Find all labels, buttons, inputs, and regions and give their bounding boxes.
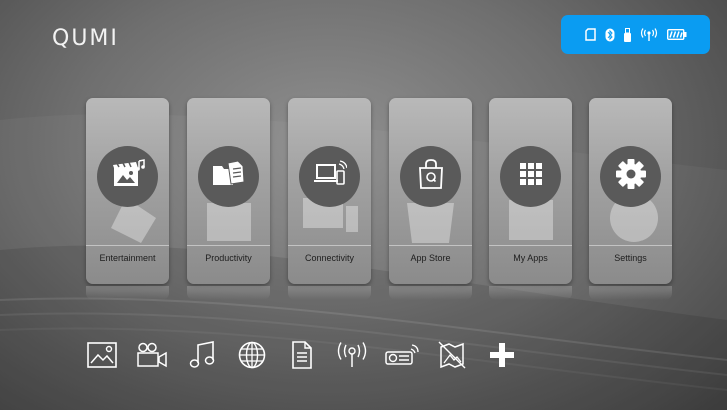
home-screen: QUMI Entertainment Productivity Connecti… xyxy=(0,0,727,410)
tile-reflection xyxy=(187,286,270,300)
tile-label-entertainment: Entertainment xyxy=(99,253,156,263)
app-store-circle xyxy=(400,146,461,207)
tile-label-settings: Settings xyxy=(614,253,647,263)
app-tiles: Entertainment Productivity Connectivity … xyxy=(86,98,674,300)
documents-icon xyxy=(212,160,246,193)
shopping-bag-icon xyxy=(418,159,444,194)
tile-reflection xyxy=(86,286,169,300)
projector-icon[interactable] xyxy=(385,338,419,372)
status-bar xyxy=(561,15,710,54)
tile-divider xyxy=(589,245,672,246)
photo-icon[interactable] xyxy=(85,338,119,372)
music-icon[interactable] xyxy=(185,338,219,372)
quick-launch-dock xyxy=(85,338,519,372)
tile-label-connectivity: Connectivity xyxy=(304,253,355,263)
gear-icon xyxy=(615,158,647,195)
tile-reflection xyxy=(288,286,371,300)
tile-label-productivity: Productivity xyxy=(205,253,252,263)
wireless-icon[interactable] xyxy=(335,338,369,372)
connectivity-circle xyxy=(299,146,360,207)
media-icon xyxy=(110,158,146,195)
tile-productivity[interactable]: Productivity xyxy=(187,98,270,284)
productivity-circle xyxy=(198,146,259,207)
tile-entertainment[interactable]: Entertainment xyxy=(86,98,169,284)
tile-reflection xyxy=(389,286,472,300)
globe-icon[interactable] xyxy=(235,338,269,372)
tile-divider xyxy=(187,245,270,246)
video-camera-icon[interactable] xyxy=(135,338,169,372)
sd-card-icon xyxy=(584,28,596,41)
settings-circle xyxy=(600,146,661,207)
entertainment-circle xyxy=(97,146,158,207)
add-icon[interactable] xyxy=(485,338,519,372)
qumi-logo: QUMI xyxy=(52,26,119,51)
my-apps-circle xyxy=(500,146,561,207)
tile-label-my-apps: My Apps xyxy=(513,253,548,263)
usb-icon xyxy=(623,27,631,42)
tile-divider xyxy=(288,245,371,246)
tile-label-app-store: App Store xyxy=(410,253,451,263)
tile-divider xyxy=(86,245,169,246)
tile-reflection xyxy=(489,286,572,300)
battery-icon xyxy=(666,29,687,40)
laptop-phone-icon xyxy=(313,160,348,193)
tile-settings[interactable]: Settings xyxy=(589,98,672,284)
wireless-icon xyxy=(640,28,658,41)
tile-divider xyxy=(489,245,572,246)
tile-reflection xyxy=(589,286,672,300)
document-icon[interactable] xyxy=(285,338,319,372)
tile-my-apps[interactable]: My Apps xyxy=(489,98,572,284)
apps-grid-icon xyxy=(519,162,543,191)
tile-connectivity[interactable]: Connectivity xyxy=(288,98,371,284)
bluetooth-icon xyxy=(605,28,615,42)
tile-app-store[interactable]: App Store xyxy=(389,98,472,284)
no-image-icon[interactable] xyxy=(435,338,469,372)
tile-divider xyxy=(389,245,472,246)
